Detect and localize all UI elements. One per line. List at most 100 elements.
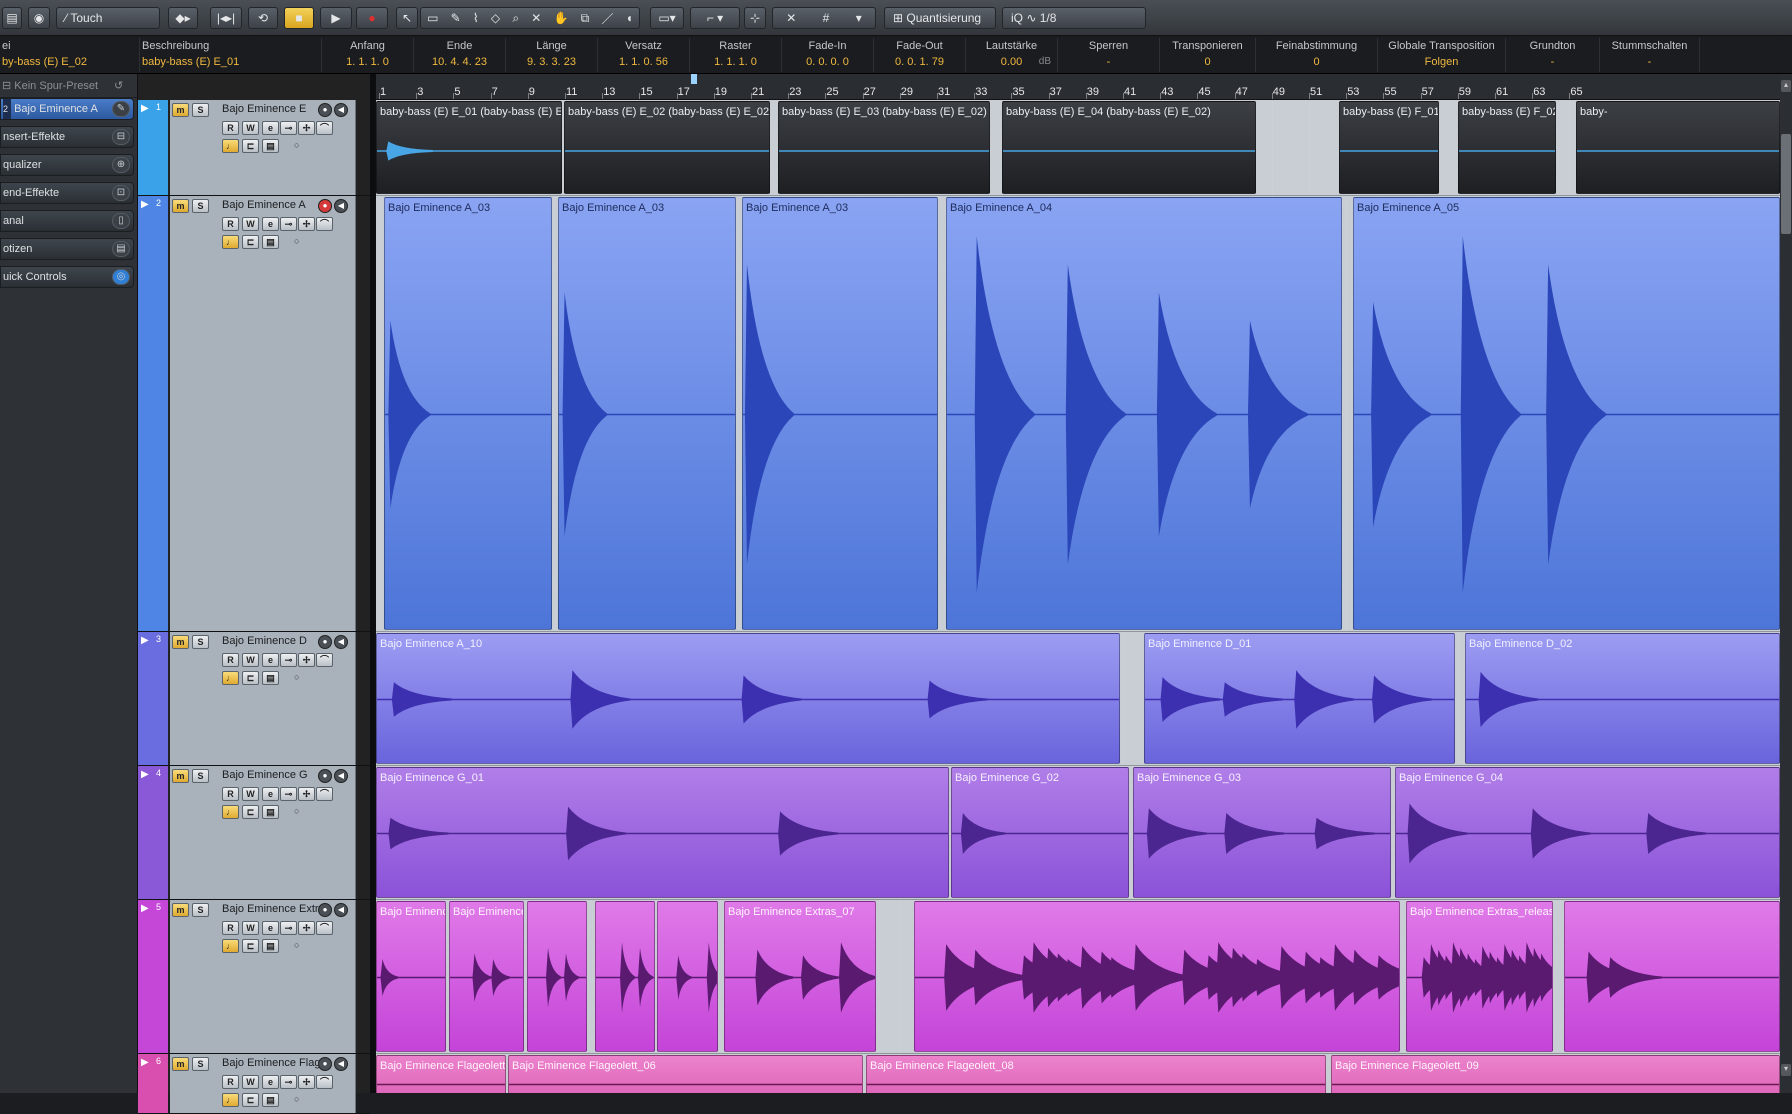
inspector-section-notes[interactable]: otizen ▤ (0, 238, 134, 260)
mute-button[interactable]: m (172, 903, 189, 917)
track-color-strip[interactable]: ▶ 6 (138, 1054, 168, 1113)
info-value[interactable]: 10. 4. 4. 23 (414, 54, 505, 70)
record-enable-icon[interactable]: ● (318, 635, 332, 649)
info-col-5[interactable]: Versatz 1. 1. 0. 56 (598, 38, 690, 72)
color-menu-icon[interactable]: ▭▾ (650, 7, 684, 29)
audio-event[interactable]: Bajo Eminence A_03 (384, 197, 552, 630)
lock-icon[interactable]: ♩ (222, 939, 239, 953)
edit-channel-icon[interactable]: ✎ (112, 101, 130, 117)
track-color-strip[interactable]: ▶ 2 (138, 196, 168, 631)
record-button[interactable]: ● (356, 7, 388, 29)
lane-icon[interactable]: ⊸ (280, 121, 297, 135)
timebase-icon[interactable]: ⌒ (316, 653, 333, 667)
freeze-icon[interactable]: ✢ (298, 217, 315, 231)
audio-event[interactable]: Bajo Eminence E (449, 901, 524, 1052)
snap-onoff-icon[interactable]: ✕ (786, 11, 796, 25)
monitor-icon[interactable]: ◀ (334, 103, 348, 117)
audio-event[interactable]: Bajo Eminence G_04 (1395, 767, 1780, 898)
track-lane[interactable]: baby-bass (E) E_01 (baby-bass (E) E_02) b… (376, 100, 1780, 196)
audio-event[interactable]: Bajo Eminence Flageolett_05 (376, 1055, 506, 1093)
inspector-track-name[interactable]: 2 Bajo Eminence A ✎ (0, 98, 134, 120)
audio-event[interactable]: baby- (1576, 101, 1780, 194)
zoom-tool-icon[interactable]: ⌕ (512, 11, 519, 26)
mute-button[interactable]: m (172, 635, 189, 649)
read-automation-button[interactable]: R (222, 787, 239, 801)
mute-button[interactable]: m (172, 199, 189, 213)
solo-button[interactable]: S (192, 769, 209, 783)
info-value[interactable]: Folgen (1378, 54, 1505, 70)
audio-event[interactable]: Bajo Eminence A_03 (742, 197, 938, 630)
audio-event[interactable]: Bajo Eminence Extras_release D (1406, 901, 1553, 1052)
mute-button[interactable]: m (172, 1057, 189, 1071)
lanes-display-icon[interactable]: ▤ (262, 235, 279, 249)
notes-icon[interactable]: ▤ (112, 241, 130, 257)
range-tool-icon[interactable]: ▭ (427, 11, 438, 25)
speaker-tool-icon[interactable]: ◖ (626, 11, 633, 25)
track-lane[interactable]: Bajo Eminence G_01 Bajo Eminence G_02 Bajo… (376, 766, 1780, 900)
lane-icon[interactable]: ⊸ (280, 217, 297, 231)
info-col-11[interactable]: Transponieren 0 (1160, 38, 1256, 72)
audio-event[interactable]: Bajo Eminence A_04 (946, 197, 1342, 630)
timebase-icon[interactable]: ⌒ (316, 121, 333, 135)
audio-event[interactable]: baby-bass (E) E_02 (baby-bass (E) E_02) (564, 101, 770, 194)
audio-event[interactable]: Bajo Eminence G_02 (951, 767, 1129, 898)
track-lane[interactable]: Bajo Eminence Flageolett_05 Bajo Eminence… (376, 1054, 1780, 1093)
lanes-display-icon[interactable]: ▤ (262, 139, 279, 153)
glue-tool-icon[interactable]: ⌇ (473, 11, 479, 25)
time-warp-icon[interactable]: ⧉ (581, 11, 590, 26)
record-enable-icon[interactable]: ● (318, 903, 332, 917)
edit-channel-icon[interactable]: e (262, 921, 279, 935)
lanes-display-icon[interactable]: ▤ (262, 671, 279, 685)
expand-arrow-icon[interactable]: ▶ (141, 769, 149, 780)
freeze-icon[interactable]: ✢ (298, 921, 315, 935)
info-col-14[interactable]: Grundton - (1506, 38, 1600, 72)
quantize-select[interactable]: ⊞ Quantisierung (884, 7, 996, 29)
scroll-thumb[interactable] (1781, 134, 1791, 234)
info-value[interactable]: 1. 1. 1. 0 (322, 54, 413, 70)
constrain-delay-icon[interactable]: ◉ (28, 7, 50, 29)
monitor-icon[interactable]: ◀ (334, 903, 348, 917)
play-button[interactable]: ▶ (320, 7, 352, 29)
read-automation-button[interactable]: R (222, 921, 239, 935)
expand-arrow-icon[interactable]: ▶ (141, 903, 149, 914)
track-color-strip[interactable]: ▶ 3 (138, 632, 168, 765)
audio-event[interactable]: baby-bass (E) E_04 (baby-bass (E) E_02) (1002, 101, 1256, 194)
mute-button[interactable]: m (172, 103, 189, 117)
timebase-icon[interactable]: ⌒ (316, 787, 333, 801)
track-header[interactable]: ▶ 5 m S Bajo Eminence Extr ● ◀ R We ⊸ ✢ ⌒ ♩ ⊏ ▤ ○ (138, 900, 370, 1054)
project-window-icon[interactable]: ▤ (2, 7, 22, 29)
timebase-icon[interactable]: ⌒ (316, 1075, 333, 1089)
autoscroll-icon[interactable]: ◆▸ (168, 7, 198, 29)
audio-event[interactable] (657, 901, 718, 1052)
quantize-preset-select[interactable]: iQ ∿ 1/8 (1002, 7, 1146, 29)
audio-event[interactable]: Bajo Eminence Flageolett_06 (508, 1055, 863, 1093)
folder-icon[interactable]: ⊏ (242, 939, 259, 953)
solo-button[interactable]: S (192, 199, 209, 213)
info-col-8[interactable]: Fade-Out 0. 0. 1. 79 (874, 38, 966, 72)
read-automation-button[interactable]: R (222, 121, 239, 135)
edit-channel-icon[interactable]: e (262, 653, 279, 667)
write-automation-button[interactable]: W (242, 921, 259, 935)
audio-event[interactable] (914, 901, 1400, 1052)
track-name[interactable]: Bajo Eminence G (222, 769, 324, 781)
audio-event[interactable]: Bajo Eminence G_01 (376, 767, 949, 898)
edit-channel-icon[interactable]: e (262, 1075, 279, 1089)
freeze-icon[interactable]: ✢ (298, 653, 315, 667)
expand-arrow-icon[interactable]: ▶ (141, 1057, 149, 1068)
folder-icon[interactable]: ⊏ (242, 671, 259, 685)
write-automation-button[interactable]: W (242, 1075, 259, 1089)
lane-icon[interactable]: ⊸ (280, 653, 297, 667)
record-enable-icon[interactable]: ● (318, 199, 332, 213)
grid-type-icon[interactable]: ▾ (856, 11, 862, 25)
audio-event[interactable]: Bajo Eminence A_10 (376, 633, 1120, 764)
timebase-icon[interactable]: ⌒ (316, 921, 333, 935)
inspector-section-channel[interactable]: anal ▯ (0, 210, 134, 232)
audio-event[interactable]: Bajo Eminence D_01 (1144, 633, 1455, 764)
stop-button[interactable]: ■ (284, 7, 314, 29)
read-automation-button[interactable]: R (222, 217, 239, 231)
track-header[interactable]: ▶ 3 m S Bajo Eminence D ● ◀ R We ⊸ ✢ ⌒ ♩ ⊏ ▤ ○ (138, 632, 370, 766)
info-value[interactable]: 0. 0. 1. 79 (874, 54, 965, 70)
zoom-icon[interactable]: ▴ (1781, 80, 1791, 92)
track-color-strip[interactable]: ▶ 5 (138, 900, 168, 1053)
track-name[interactable]: Bajo Eminence E (222, 103, 324, 115)
